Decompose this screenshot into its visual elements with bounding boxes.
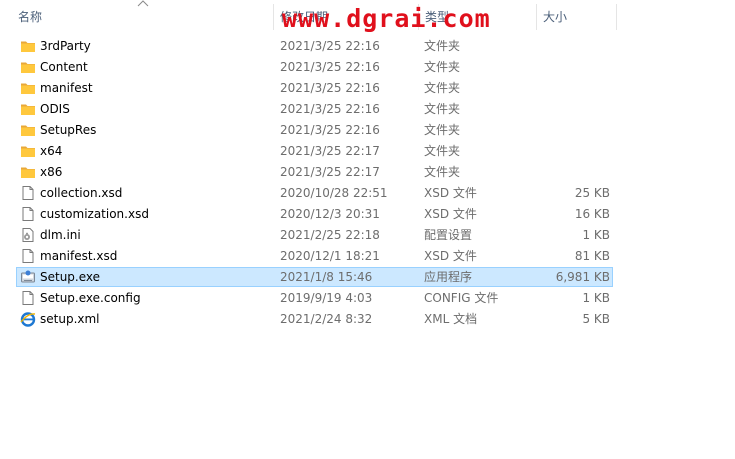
file-modified-date: 2021/3/25 22:16 <box>280 123 380 137</box>
file-name: x64 <box>40 144 63 158</box>
column-header-size[interactable]: 大小 <box>537 0 617 34</box>
file-icon <box>20 290 36 306</box>
file-modified-date: 2021/3/25 22:16 <box>280 60 380 74</box>
file-modified-date: 2020/10/28 22:51 <box>280 186 388 200</box>
file-modified-date: 2021/3/25 22:16 <box>280 39 380 53</box>
file-type: 文件夹 <box>424 144 461 158</box>
setup-exe-icon <box>20 269 36 285</box>
file-modified-date: 2021/3/25 22:16 <box>280 102 380 116</box>
column-header-bar: 名称 修改日期 类型 大小 www.dgrai.com <box>0 0 735 34</box>
file-modified-date: 2019/9/19 4:03 <box>280 291 373 305</box>
column-divider[interactable] <box>616 4 617 30</box>
file-type: XML 文档 <box>424 312 478 326</box>
file-type: XSD 文件 <box>424 249 477 263</box>
table-row[interactable]: x64 2021/3/25 22:17 文件夹 <box>16 141 613 161</box>
file-modified-date: 2021/3/25 22:17 <box>280 165 380 179</box>
file-name: 3rdParty <box>40 39 91 53</box>
table-row[interactable]: 3rdParty 2021/3/25 22:16 文件夹 <box>16 36 613 56</box>
file-size: 6,981 KB <box>555 270 610 284</box>
file-name: manifest.xsd <box>40 249 118 263</box>
file-size <box>517 100 610 118</box>
table-row[interactable]: manifest.xsd 2020/12/1 18:21 XSD 文件 81 KB <box>16 246 613 266</box>
file-modified-date: 2021/3/25 22:16 <box>280 81 380 95</box>
table-row[interactable]: SetupRes 2021/3/25 22:16 文件夹 <box>16 120 613 140</box>
file-type: 文件夹 <box>424 165 461 179</box>
file-size: 1 KB <box>582 228 610 242</box>
file-explorer-list: 名称 修改日期 类型 大小 www.dgrai.com 3rdParty 2021… <box>0 0 735 459</box>
folder-icon <box>20 80 36 96</box>
settings-file-icon <box>20 227 36 243</box>
file-name: dlm.ini <box>40 228 81 242</box>
file-type: CONFIG 文件 <box>424 291 499 305</box>
file-name: SetupRes <box>40 123 97 137</box>
file-size <box>517 142 610 160</box>
file-modified-date: 2021/2/24 8:32 <box>280 312 373 326</box>
table-row[interactable]: manifest 2021/3/25 22:16 文件夹 <box>16 78 613 98</box>
file-size <box>517 79 610 97</box>
file-type: 文件夹 <box>424 39 461 53</box>
file-modified-date: 2021/3/25 22:17 <box>280 144 380 158</box>
ie-document-icon <box>20 311 36 327</box>
file-size: 81 KB <box>574 249 610 263</box>
folder-icon <box>20 101 36 117</box>
file-name: setup.xml <box>40 312 100 326</box>
folder-icon <box>20 59 36 75</box>
file-size: 16 KB <box>574 207 610 221</box>
table-row[interactable]: collection.xsd 2020/10/28 22:51 XSD 文件 25 K… <box>16 183 613 203</box>
file-size: 1 KB <box>582 291 610 305</box>
column-header-type[interactable]: 类型 <box>419 0 537 34</box>
file-size <box>517 58 610 76</box>
file-type: 文件夹 <box>424 102 461 116</box>
file-size <box>517 37 610 55</box>
file-name: manifest <box>40 81 93 95</box>
file-type: 文件夹 <box>424 81 461 95</box>
file-size <box>517 163 610 181</box>
file-name: ODIS <box>40 102 70 116</box>
file-type: 文件夹 <box>424 123 461 137</box>
table-row[interactable]: setup.xml 2021/2/24 8:32 XML 文档 5 KB <box>16 309 613 329</box>
folder-icon <box>20 143 36 159</box>
table-row[interactable]: customization.xsd 2020/12/3 20:31 XSD 文件 16… <box>16 204 613 224</box>
folder-icon <box>20 122 36 138</box>
file-name: Setup.exe <box>40 270 101 284</box>
table-row[interactable]: ODIS 2021/3/25 22:16 文件夹 <box>16 99 613 119</box>
column-header-date[interactable]: 修改日期 <box>274 0 419 34</box>
file-type: XSD 文件 <box>424 186 477 200</box>
file-size <box>517 121 610 139</box>
folder-icon <box>20 38 36 54</box>
table-row[interactable]: Setup.exe.config 2019/9/19 4:03 CONFIG 文件 1… <box>16 288 613 308</box>
file-modified-date: 2021/1/8 15:46 <box>280 270 373 284</box>
file-icon <box>20 248 36 264</box>
file-name: collection.xsd <box>40 186 123 200</box>
folder-icon <box>20 164 36 180</box>
table-row[interactable]: Content 2021/3/25 22:16 文件夹 <box>16 57 613 77</box>
file-name: customization.xsd <box>40 207 149 221</box>
file-modified-date: 2020/12/3 20:31 <box>280 207 380 221</box>
file-name: Setup.exe.config <box>40 291 141 305</box>
file-icon <box>20 185 36 201</box>
file-type: XSD 文件 <box>424 207 477 221</box>
file-type: 文件夹 <box>424 60 461 74</box>
table-row[interactable]: dlm.ini 2021/2/25 22:18 配置设置 1 KB <box>16 225 613 245</box>
file-modified-date: 2021/2/25 22:18 <box>280 228 380 242</box>
file-modified-date: 2020/12/1 18:21 <box>280 249 380 263</box>
table-row[interactable]: x86 2021/3/25 22:17 文件夹 <box>16 162 613 182</box>
table-row[interactable]: Setup.exe 2021/1/8 15:46 应用程序 6,981 KB <box>16 267 613 287</box>
file-size: 25 KB <box>574 186 610 200</box>
column-header-name[interactable]: 名称 <box>0 0 274 34</box>
file-icon <box>20 206 36 222</box>
file-type: 配置设置 <box>424 228 473 242</box>
file-type: 应用程序 <box>424 270 473 284</box>
file-name: Content <box>40 60 88 74</box>
file-size: 5 KB <box>582 312 610 326</box>
file-name: x86 <box>40 165 63 179</box>
